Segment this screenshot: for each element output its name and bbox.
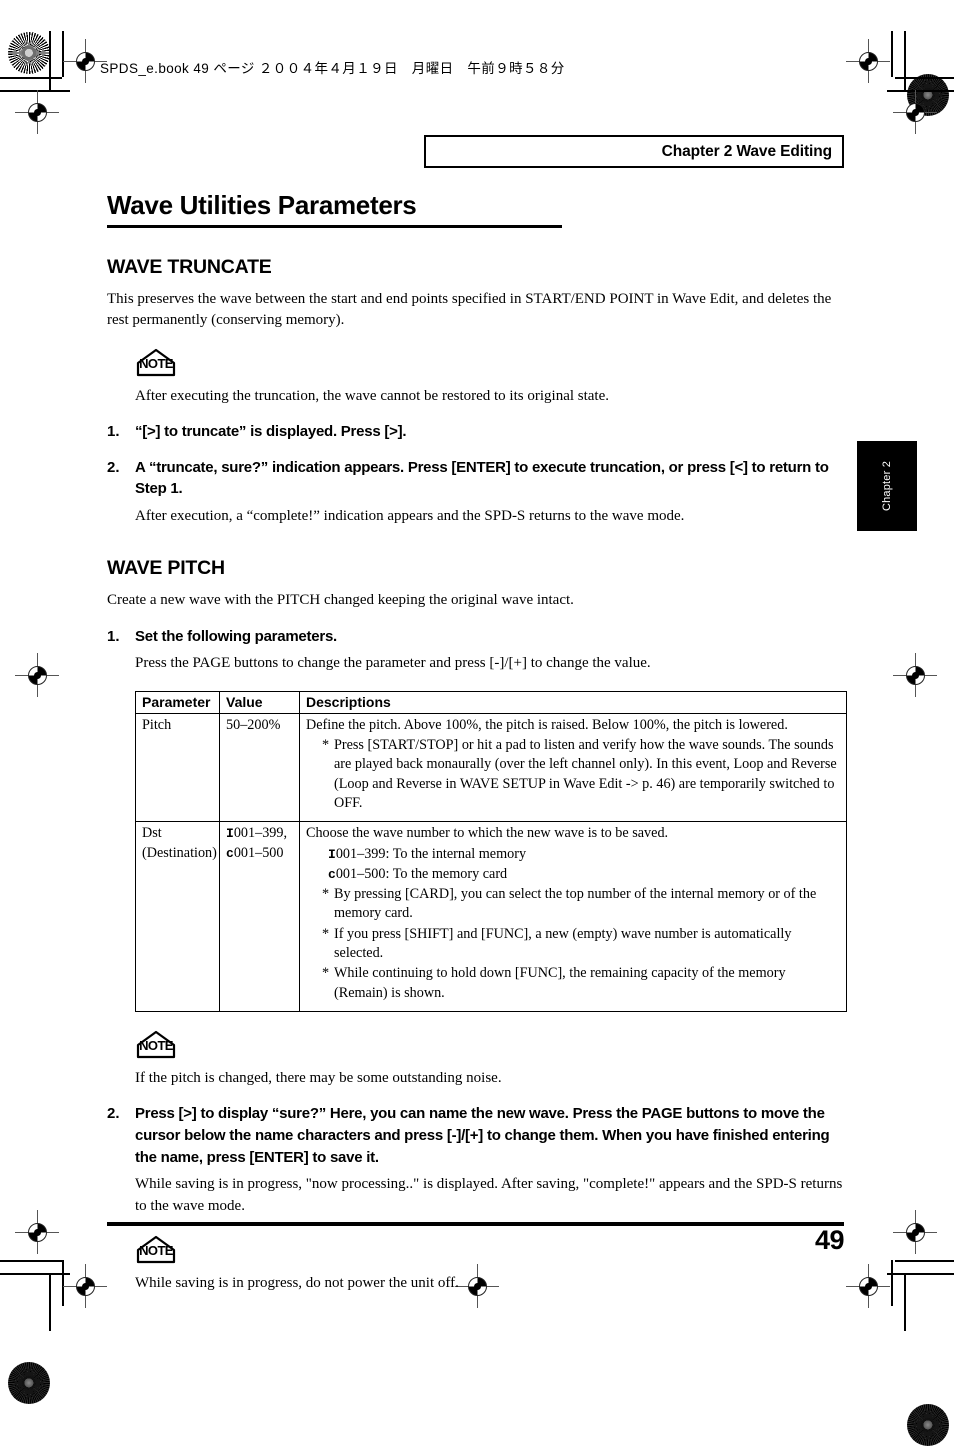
step-text: “[>] to truncate” is displayed. Press [>… bbox=[135, 422, 407, 440]
description-bullet: While continuing to hold down [FUNC], th… bbox=[322, 964, 841, 1003]
note-icon-label: NOTE bbox=[139, 1038, 173, 1054]
title-underline bbox=[107, 225, 562, 229]
column-header-parameter: Parameter bbox=[135, 690, 220, 714]
value-line: I001–399, bbox=[226, 824, 294, 843]
wave-pitch-note-2-text: While saving is in progress, do not powe… bbox=[135, 1274, 459, 1291]
cell-value: I001–399, c001–500 bbox=[219, 821, 300, 1013]
description-plain-text: 001–399: To the internal memory bbox=[335, 845, 527, 862]
section-heading-wave-truncate: WAVE TRUNCATE bbox=[107, 256, 272, 279]
step-number: 2. bbox=[107, 1105, 120, 1123]
step-number: 1. bbox=[107, 627, 120, 645]
description-bullet: By pressing [CARD], you can select the t… bbox=[322, 885, 841, 924]
chapter-banner: Chapter 2 Wave Editing bbox=[424, 135, 844, 168]
parameter-table: Parameter Value Descriptions Pitch 50–20… bbox=[135, 690, 847, 1013]
chapter-banner-label: Chapter 2 Wave Editing bbox=[661, 142, 832, 160]
description-lead: Choose the wave number to which the new … bbox=[306, 825, 669, 842]
wave-truncate-intro: This preserves the wave between the star… bbox=[107, 291, 832, 329]
note-icon-label: NOTE bbox=[139, 355, 173, 371]
cell-parameter: Dst (Destination) bbox=[135, 821, 220, 1013]
lcd-prefix-card: c bbox=[226, 845, 234, 861]
description-lead: Define the pitch. Above 100%, the pitch … bbox=[306, 716, 788, 733]
cell-description: Define the pitch. Above 100%, the pitch … bbox=[299, 712, 847, 823]
cell-description: Choose the wave number to which the new … bbox=[299, 821, 847, 1013]
lcd-prefix-internal: I bbox=[328, 846, 336, 862]
description-plain-text: 001–500: To the memory card bbox=[335, 865, 508, 882]
cell-value: 50–200% bbox=[219, 712, 300, 823]
document-page: Chapter 2 Wave Editing Chapter 2 Wave Ut… bbox=[0, 0, 954, 1351]
section-heading-wave-pitch: WAVE PITCH bbox=[107, 557, 225, 580]
note-icon: NOTE bbox=[135, 1030, 177, 1060]
note-icon: NOTE bbox=[135, 348, 177, 378]
description-bullets: Press [START/STOP] or hit a pad to liste… bbox=[306, 736, 841, 813]
table-header-row: Parameter Value Descriptions bbox=[135, 690, 847, 714]
step-number: 2. bbox=[107, 458, 120, 476]
page-body: Wave Utilities Parameters WAVE TRUNCATE … bbox=[107, 190, 847, 1300]
wave-pitch-step-1: 1. Set the following parameters. bbox=[107, 626, 847, 648]
note-icon: NOTE bbox=[135, 1235, 177, 1265]
wave-pitch-note-text: If the pitch is changed, there may be so… bbox=[135, 1070, 502, 1087]
wave-pitch-step-2-sub: While saving is in progress, "now proces… bbox=[135, 1176, 843, 1214]
registration-starburst-bottom-right bbox=[907, 1404, 949, 1446]
wave-pitch-intro: Create a new wave with the PITCH changed… bbox=[107, 592, 574, 609]
wave-truncate-step-2-sub: After execution, a “complete!” indicatio… bbox=[135, 508, 685, 525]
description-plain-list: I001–399: To the internal memory c001–50… bbox=[306, 845, 841, 885]
chapter-side-tab: Chapter 2 bbox=[857, 441, 917, 531]
registration-starburst-bottom-left bbox=[8, 1362, 50, 1404]
wave-pitch-step-1-sub: Press the PAGE buttons to change the par… bbox=[135, 655, 651, 672]
description-bullets: By pressing [CARD], you can select the t… bbox=[306, 885, 841, 1003]
step-number: 1. bbox=[107, 422, 120, 440]
wave-truncate-step-2: 2. A “truncate, sure?” indication appear… bbox=[107, 457, 847, 501]
wave-pitch-step-2: 2. Press [>] to display “sure?” Here, yo… bbox=[107, 1103, 847, 1168]
value-range: 001–399, bbox=[233, 825, 288, 842]
table-row: Pitch 50–200% Define the pitch. Above 10… bbox=[135, 712, 847, 823]
value-line: c001–500 bbox=[226, 844, 294, 863]
description-plain-item: I001–399: To the internal memory bbox=[328, 845, 841, 864]
description-bullet: Press [START/STOP] or hit a pad to liste… bbox=[322, 736, 841, 813]
description-plain-item: c001–500: To the memory card bbox=[328, 865, 841, 884]
page-title: Wave Utilities Parameters bbox=[107, 190, 417, 220]
step-text: Press [>] to display “sure?” Here, you c… bbox=[135, 1105, 830, 1166]
page-number: 49 bbox=[814, 1225, 845, 1255]
wave-truncate-note-text: After executing the truncation, the wave… bbox=[135, 387, 610, 404]
step-text: Set the following parameters. bbox=[135, 627, 337, 645]
wave-truncate-step-1: 1. “[>] to truncate” is displayed. Press… bbox=[107, 421, 847, 443]
description-bullet: If you press [SHIFT] and [FUNC], a new (… bbox=[322, 925, 841, 964]
table-row: Dst (Destination) I001–399, c001–500 Cho… bbox=[135, 821, 847, 1013]
value-range: 001–500 bbox=[233, 844, 284, 861]
lcd-prefix-internal: I bbox=[226, 826, 234, 842]
cell-parameter: Pitch bbox=[135, 712, 220, 823]
note-icon-label: NOTE bbox=[139, 1242, 173, 1258]
chapter-side-tab-label: Chapter 2 bbox=[881, 460, 893, 512]
column-header-value: Value bbox=[219, 690, 300, 714]
lcd-prefix-card: c bbox=[328, 866, 336, 882]
column-header-descriptions: Descriptions bbox=[299, 690, 847, 714]
footer-rule bbox=[107, 1222, 844, 1226]
step-text: A “truncate, sure?” indication appears. … bbox=[135, 458, 829, 498]
